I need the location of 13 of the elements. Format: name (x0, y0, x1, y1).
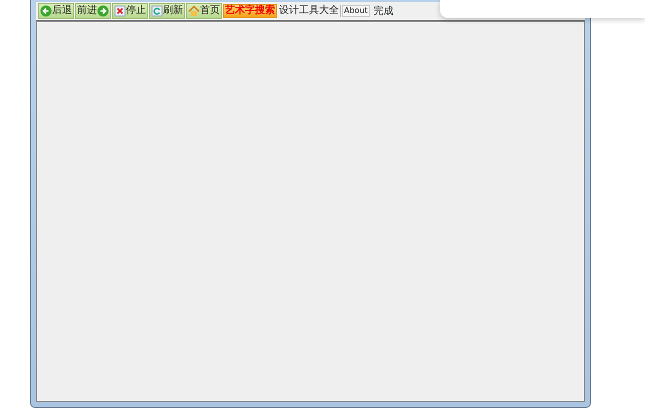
status-text: 完成 (372, 4, 395, 18)
forward-button[interactable]: 前进 (75, 3, 111, 19)
stop-button[interactable]: 停止 (112, 3, 148, 19)
home-button[interactable]: 首页 (186, 3, 222, 19)
about-button[interactable]: About (342, 5, 370, 17)
refresh-icon (151, 5, 163, 17)
forward-arrow-icon (97, 5, 109, 17)
refresh-button[interactable]: 刷新 (149, 3, 185, 19)
back-button[interactable]: 后退 (38, 3, 74, 19)
home-icon (188, 5, 200, 17)
back-arrow-icon (40, 5, 52, 17)
stop-icon (114, 5, 126, 17)
tools-link[interactable]: 设计工具大全 (278, 5, 341, 17)
